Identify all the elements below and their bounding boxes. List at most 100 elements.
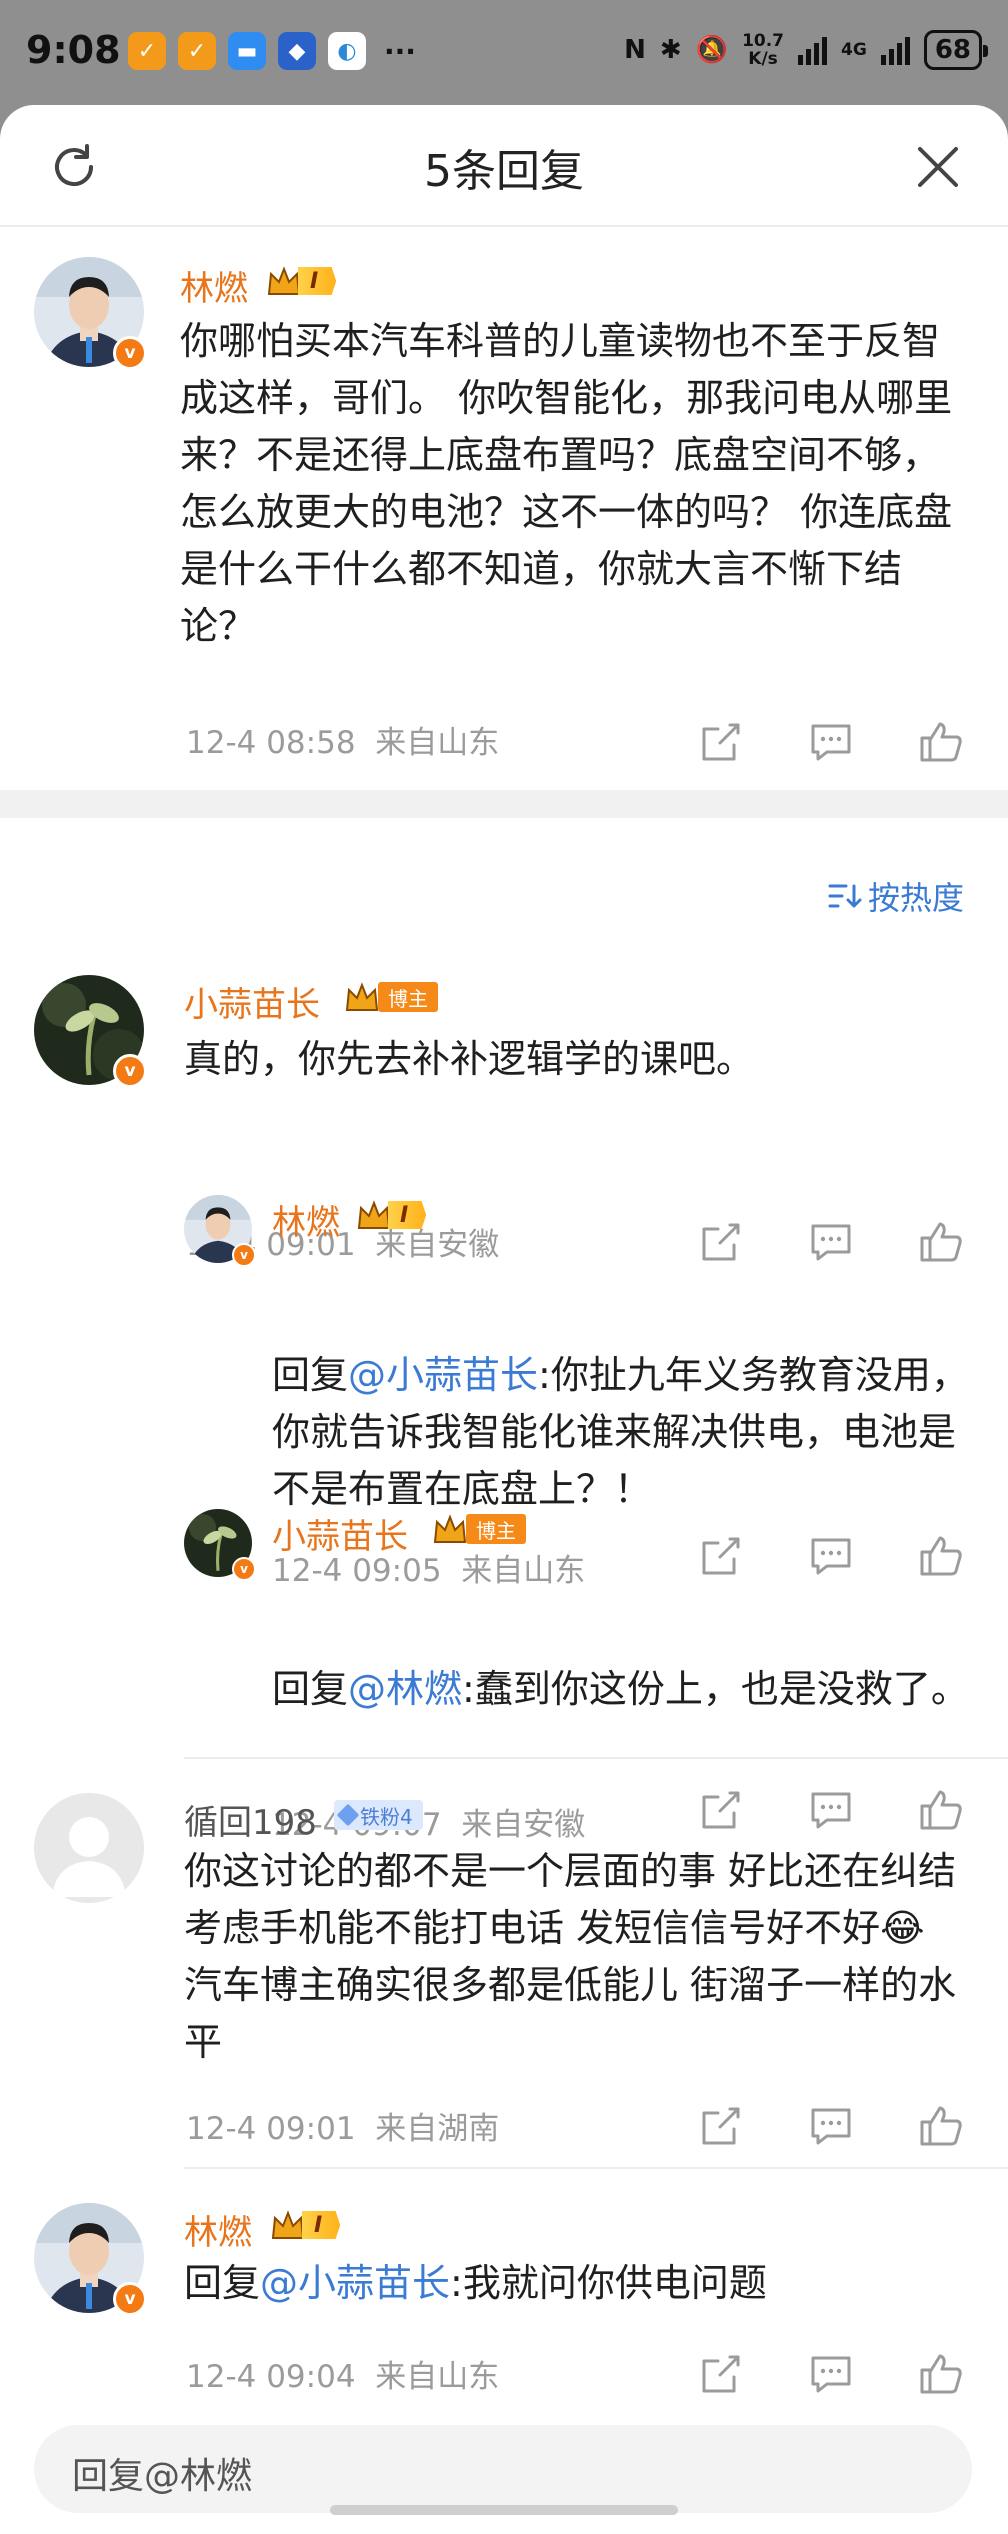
battery-icon: 68 [923,30,989,70]
avatar[interactable] [34,1793,144,1903]
share-icon [702,2107,740,2145]
comment-actions [666,1217,996,1267]
blogger-tag: 博主 [378,982,438,1012]
like-button[interactable] [886,2101,996,2151]
reply-input[interactable]: 回复@林燃 [34,2425,972,2513]
share-button[interactable] [666,1531,776,1581]
taobao-icon: ✓ [128,32,166,70]
avatar[interactable]: v [184,1509,256,1581]
crown-icon [345,982,379,1011]
crown-icon [357,1200,391,1229]
section-divider [0,790,1008,818]
comment-location: 来自山东 [461,1553,586,1589]
verified-badge-icon: v [113,2282,147,2316]
level-badge: I [356,1197,427,1233]
status-bar: 9:08 ✓ ✓ ▬ ◆ ◐ ··· N ✱ 🔕 10.7 K/s 4G 68 [0,0,1008,105]
comment-button[interactable] [776,2349,886,2399]
like-button[interactable] [886,1531,996,1581]
verified-badge-icon: v [232,1557,256,1581]
diamond-icon [336,1803,360,1827]
crown-icon [433,1514,467,1543]
comment-location: 来自山东 [375,2359,500,2395]
comment-meta: 12-4 09:04 来自山东 [186,2351,499,2396]
comment-time: 12-4 08:58 [186,725,356,761]
nfc-icon: N [624,35,646,65]
taobao-icon: ✓ [178,32,216,70]
comment-location: 来自山东 [375,725,500,761]
avatar[interactable]: v [34,257,147,370]
crown-icon [267,266,301,295]
share-button[interactable] [666,2349,776,2399]
mention-link[interactable]: @小蒜苗长 [260,2261,450,2305]
thumbs-up-icon [920,722,962,762]
avatar[interactable]: v [34,975,147,1088]
comment-text: 回复@小蒜苗长:我就问你供电问题 [184,2261,767,2305]
share-button[interactable] [666,2101,776,2151]
share-button[interactable] [666,1217,776,1267]
author-name[interactable]: 循回198 [184,1795,317,1844]
comment-icon [811,1792,851,1829]
like-button[interactable] [886,717,996,767]
divider [184,2167,1008,2169]
share-icon [702,1537,740,1575]
share-icon [702,723,740,761]
thumbs-up-icon [920,2106,962,2146]
like-button[interactable] [886,1785,996,1835]
share-icon [702,2355,740,2393]
author-name[interactable]: 小蒜苗长 [272,1509,408,1558]
app-icon: ◐ [328,32,366,70]
level-tag: I [388,1201,427,1229]
comment-meta: 12-4 09:01 来自湖南 [186,2103,499,2148]
comment-button[interactable] [776,717,886,767]
home-indicator[interactable] [330,2505,678,2515]
sort-label: 按热度 [867,879,964,917]
thumbs-up-icon [920,1790,962,1830]
more-notifications-icon: ··· [384,34,416,68]
comment-location: 来自湖南 [375,2111,500,2147]
signal-icon [880,35,910,65]
comment-text: 回复@林燃:蠢到你这份上，也是没救了。 [272,1667,969,1711]
fan-tag: 铁粉4 [334,1800,423,1830]
sheet-header: 5条回复 [0,105,1008,227]
comment-text: 你这讨论的都不是一个层面的事 好比还在纠结考虑手机能不能打电话 发短信信号好不好… [184,1849,957,2064]
comment-actions [666,2101,996,2151]
comment-button[interactable] [776,2101,886,2151]
comment-icon [811,2108,851,2145]
share-icon [702,1791,740,1829]
verified-badge-icon: v [232,1243,256,1267]
level-badge: I [270,2207,341,2243]
avatar[interactable]: v [184,1195,256,1267]
comment-actions [666,1531,996,1581]
signal-icon [798,35,828,65]
sort-by-heat-button[interactable]: 按热度 [828,873,964,919]
close-icon[interactable] [912,141,964,193]
default-avatar-icon [34,1793,144,1903]
mention-link[interactable]: @小蒜苗长 [348,1353,538,1397]
author-name[interactable]: 林燃 [180,261,248,310]
comment-actions [666,2349,996,2399]
comment-icon [811,1224,851,1261]
divider [184,1757,1008,1759]
comment-button[interactable] [776,1531,886,1581]
comment-location: 来自安徽 [461,1807,586,1843]
level-tag: I [298,267,337,295]
laughing-emoji-icon: 😂 [880,1906,925,1950]
author-name[interactable]: 林燃 [184,2205,252,2254]
replies-sheet: 5条回复 v 林燃 I 你哪怕买本汽车科普的儿童读物也不至于反智成这样，哥们。 … [0,105,1008,2534]
status-app-icons: ✓ ✓ ▬ ◆ ◐ ··· [128,32,416,70]
blogger-badge: 博主 [344,979,438,1015]
like-button[interactable] [886,1217,996,1267]
like-button[interactable] [886,2349,996,2399]
share-button[interactable] [666,717,776,767]
mention-link[interactable]: @林燃 [348,1667,462,1711]
page-title: 5条回复 [424,146,584,197]
comment-actions [666,1785,996,1835]
author-name[interactable]: 林燃 [272,1195,340,1244]
comment-button[interactable] [776,1785,886,1835]
share-button[interactable] [666,1785,776,1835]
comment-button[interactable] [776,1217,886,1267]
author-name[interactable]: 小蒜苗长 [184,977,320,1026]
comment-text: 你哪怕买本汽车科普的儿童读物也不至于反智成这样，哥们。 你吹智能化，那我问电从哪… [180,319,953,648]
comment-icon [811,2356,851,2393]
avatar[interactable]: v [34,2203,147,2316]
